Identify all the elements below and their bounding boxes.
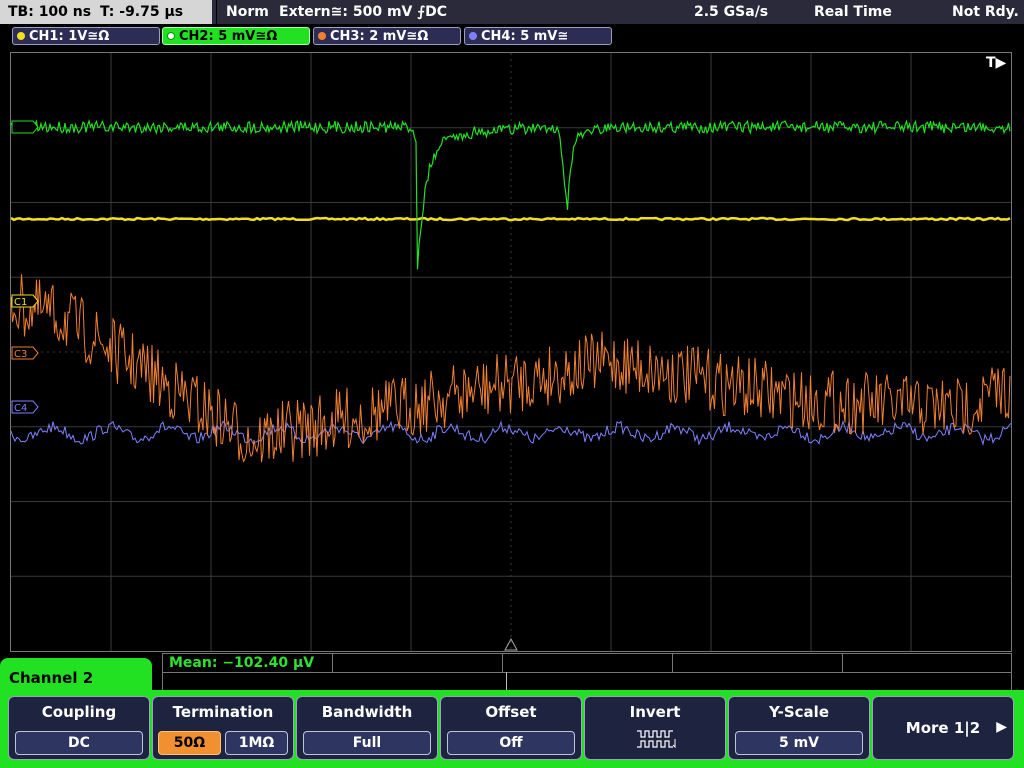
invert-waveform-icon bbox=[637, 730, 676, 749]
graticule bbox=[11, 53, 1011, 651]
ch4-label: CH4: 5 mV≅ bbox=[481, 29, 569, 44]
measurement-bar: Mean: −102.40 µV bbox=[162, 653, 1012, 691]
invert-title: Invert bbox=[629, 703, 681, 721]
ch3-marker[interactable]: C3 bbox=[11, 346, 39, 360]
yscale-softkey[interactable]: Y-Scale 5 mV bbox=[728, 696, 870, 760]
coupling-title: Coupling bbox=[41, 703, 117, 721]
ch3-color-dot bbox=[318, 32, 326, 40]
timebase-panel[interactable]: TB: 100 ns T: -9.75 µs bbox=[0, 0, 212, 24]
mean-measurement: Mean: −102.40 µV bbox=[169, 655, 315, 671]
bandwidth-softkey[interactable]: Bandwidth Full bbox=[296, 696, 438, 760]
coupling-value[interactable]: DC bbox=[15, 731, 143, 755]
channel-tab-ch4[interactable]: CH4: 5 mV≅ bbox=[464, 27, 612, 45]
ch4-marker[interactable]: C4 bbox=[11, 400, 39, 414]
trigger-position-marker: T▶ bbox=[986, 55, 1007, 71]
invert-softkey[interactable]: Invert bbox=[584, 696, 726, 760]
svg-text:C1: C1 bbox=[14, 297, 27, 308]
ch1-marker[interactable]: C1 bbox=[11, 294, 39, 308]
svg-text:C3: C3 bbox=[14, 349, 27, 360]
more-softkey[interactable]: More 1|2 ▶ bbox=[872, 696, 1014, 760]
termination-softkey[interactable]: Termination 50Ω 1MΩ bbox=[152, 696, 294, 760]
yscale-value[interactable]: 5 mV bbox=[735, 731, 863, 755]
softkey-bar: Coupling DC Termination 50Ω 1MΩ Bandwidt… bbox=[0, 690, 1024, 768]
channel-bar: CH1: 1V≅Ω CH2: 5 mV≅Ω CH3: 2 mV≅Ω CH4: 5… bbox=[0, 24, 1024, 48]
ch3-trace bbox=[11, 274, 1011, 463]
waveform-display[interactable]: C1 C3 C4 T▶ bbox=[10, 52, 1012, 652]
status-bar: TB: 100 ns T: -9.75 µs Norm Extern≅: 500… bbox=[0, 0, 1024, 24]
sample-rate: 2.5 GSa/s bbox=[694, 4, 769, 20]
ch3-label: CH3: 2 mV≅Ω bbox=[330, 29, 429, 44]
bandwidth-title: Bandwidth bbox=[321, 703, 413, 721]
offset-title: Offset bbox=[485, 703, 537, 721]
acquisition-mode: Real Time bbox=[814, 4, 892, 20]
bandwidth-value[interactable]: Full bbox=[303, 731, 431, 755]
offset-value[interactable]: Off bbox=[447, 731, 575, 755]
ch1-label: CH1: 1V≅Ω bbox=[29, 29, 110, 44]
waveform-canvas: C1 C3 C4 T▶ bbox=[11, 53, 1011, 651]
svg-text:C4: C4 bbox=[14, 403, 27, 414]
channel-tab-ch3[interactable]: CH3: 2 mV≅Ω bbox=[313, 27, 461, 45]
channel-tab-ch1[interactable]: CH1: 1V≅Ω bbox=[12, 27, 160, 45]
yscale-title: Y-Scale bbox=[768, 703, 829, 721]
ch2-color-dot bbox=[167, 32, 175, 40]
termination-50ohm[interactable]: 50Ω bbox=[158, 731, 221, 755]
channel-tab-ch2[interactable]: CH2: 5 mV≅Ω bbox=[162, 27, 310, 45]
trigger-mode[interactable]: Norm bbox=[226, 0, 269, 24]
more-label: More 1|2 bbox=[905, 719, 981, 737]
ch1-trace bbox=[11, 216, 1011, 222]
coupling-softkey[interactable]: Coupling DC bbox=[8, 696, 150, 760]
trigger-time-readout: T: -9.75 µs bbox=[100, 4, 184, 20]
run-status: Not Rdy. bbox=[952, 4, 1019, 20]
timebase-readout: TB: 100 ns bbox=[8, 4, 92, 20]
ch1-color-dot bbox=[17, 32, 25, 40]
offset-softkey[interactable]: Offset Off bbox=[440, 696, 582, 760]
termination-1mohm[interactable]: 1MΩ bbox=[225, 731, 288, 755]
trigger-source[interactable]: Extern≅: 500 mV ⨍DC bbox=[279, 0, 447, 24]
ch2-marker[interactable] bbox=[11, 120, 39, 134]
ch4-color-dot bbox=[469, 32, 477, 40]
arrow-right-icon: ▶ bbox=[996, 719, 1007, 735]
ch2-label: CH2: 5 mV≅Ω bbox=[179, 29, 278, 44]
termination-title: Termination bbox=[172, 703, 274, 721]
